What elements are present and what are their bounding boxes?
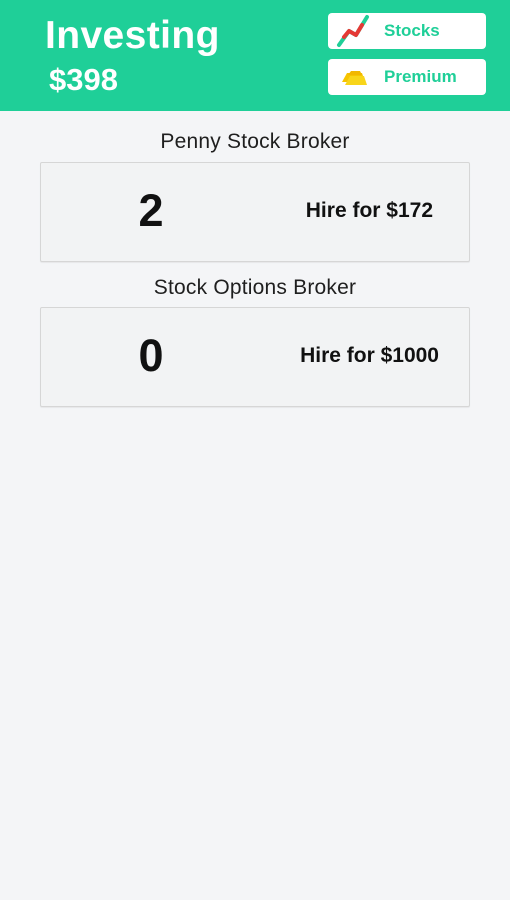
hire-penny-stock-broker-button[interactable]: Hire for $172	[306, 199, 433, 223]
penny-stock-broker-title: Penny Stock Broker	[160, 130, 350, 153]
hire-stock-options-broker-button[interactable]: Hire for $1000	[300, 344, 439, 368]
app-header: Investing $398 Stocks Premium	[0, 0, 510, 111]
balance-amount: $398	[49, 62, 118, 97]
penny-stock-broker-card: 2 Hire for $172	[40, 162, 470, 262]
page-title: Investing	[45, 14, 220, 57]
stocks-button-label: Stocks	[384, 21, 440, 40]
stock-chart-icon	[336, 13, 370, 49]
premium-button-label: Premium	[384, 67, 457, 86]
stock-options-broker-card: 0 Hire for $1000	[40, 307, 470, 407]
stock-options-broker-title: Stock Options Broker	[153, 276, 357, 299]
premium-button[interactable]: Premium	[328, 59, 486, 95]
stocks-button[interactable]: Stocks	[328, 13, 486, 49]
gold-bars-icon	[336, 59, 370, 95]
penny-stock-broker-count: 2	[138, 185, 164, 236]
stock-options-broker-count: 0	[138, 330, 164, 381]
